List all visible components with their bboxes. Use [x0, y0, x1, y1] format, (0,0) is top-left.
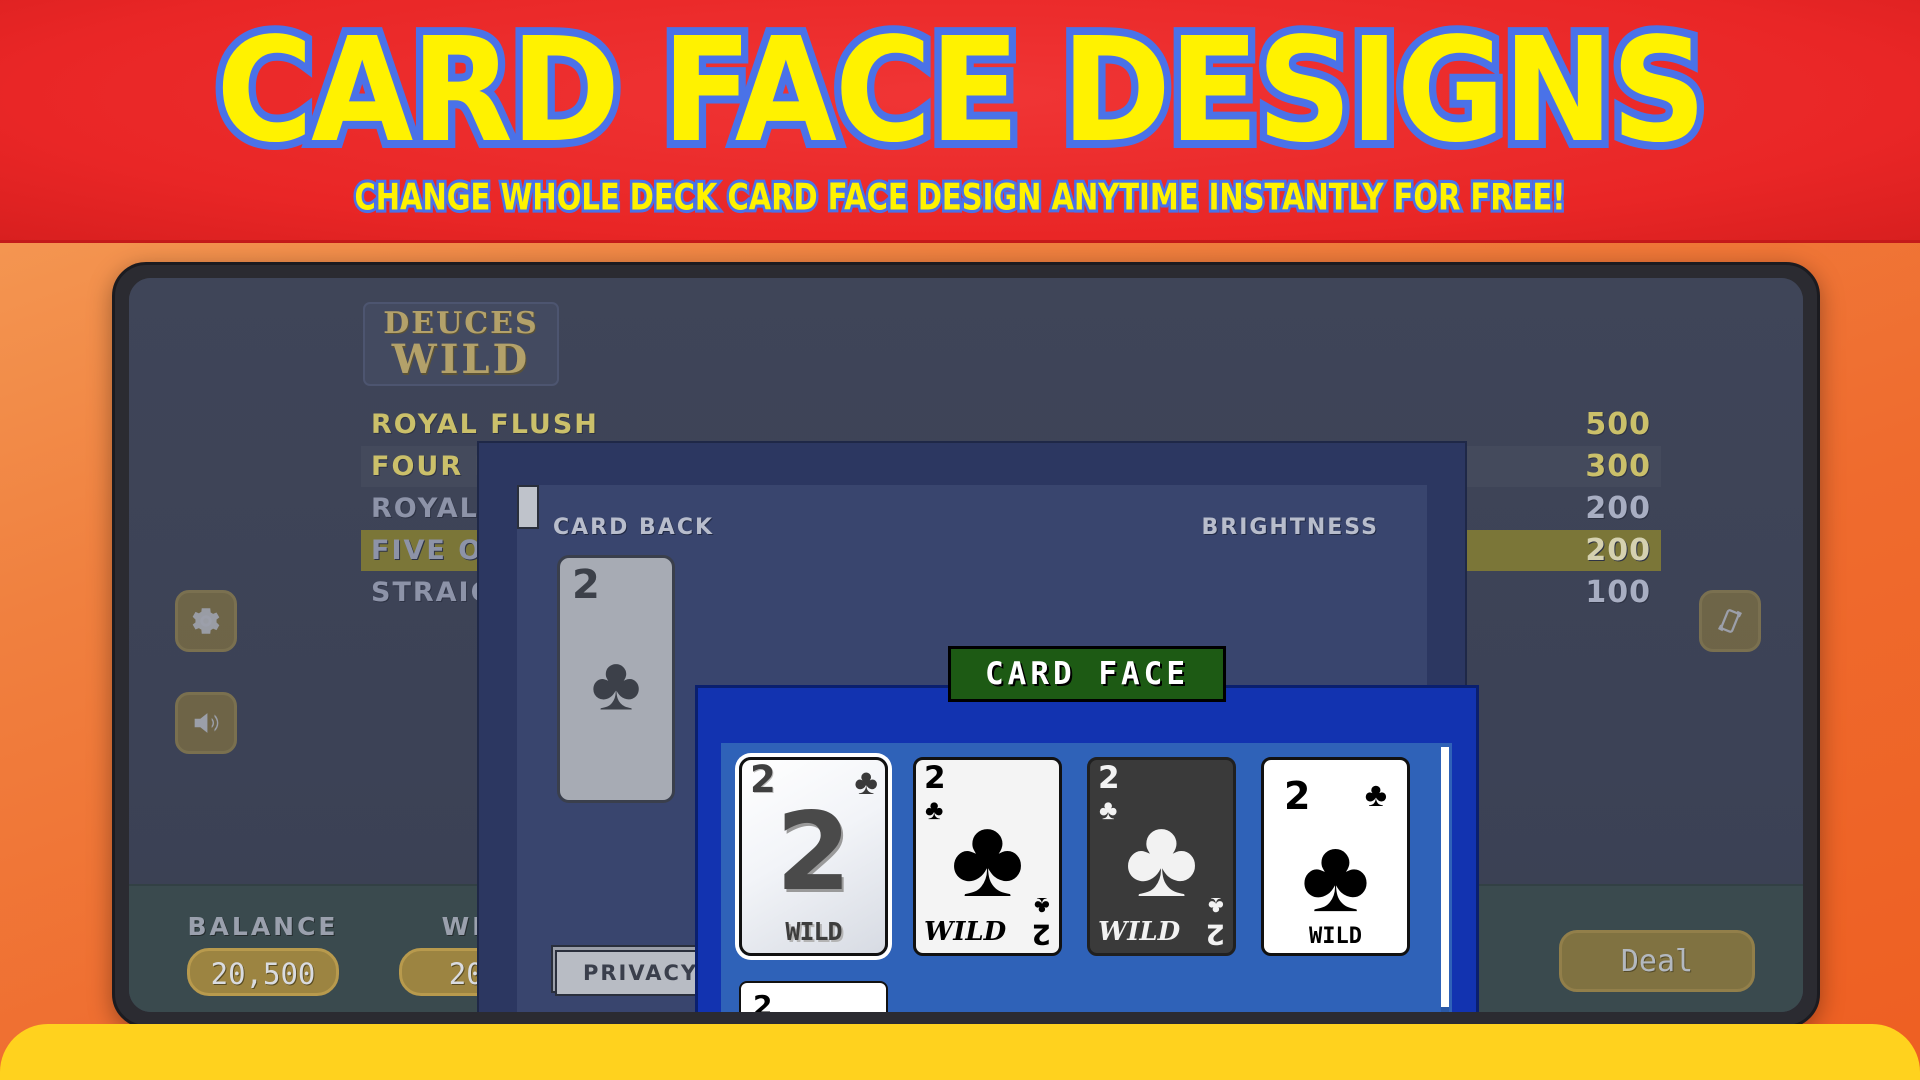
logo-line-2: WILD: [391, 335, 531, 383]
paytable-row-value: 200: [1585, 491, 1651, 526]
sound-button[interactable]: [175, 692, 237, 754]
bottom-decoration-band: [0, 1024, 1920, 1080]
card-design-option-1[interactable]: 2 ♣ 2 WILD: [739, 757, 888, 956]
balance-value: 20,500: [187, 948, 339, 996]
card-design-option-4[interactable]: 2 ♣ ♣ WILD: [1261, 757, 1410, 956]
balance-label: BALANCE: [187, 912, 339, 941]
deuces-wild-logo: DEUCES WILD: [363, 302, 559, 386]
brightness-section-label: BRIGHTNESS: [1201, 515, 1379, 540]
phone-device: DEUCES WILD ROYAL FLUSH 500 FOUR DEUCES …: [112, 262, 1820, 1028]
club-icon: ♣: [1364, 776, 1387, 814]
rotate-screen-button[interactable]: [1699, 590, 1761, 652]
card-design-option-5[interactable]: 2 ♣ ♣ WILD: [739, 981, 888, 1012]
paytable-row-value: 500: [1585, 407, 1651, 442]
club-icon-corner: ♣: [1208, 892, 1224, 919]
settings-button[interactable]: [175, 590, 237, 652]
phone-screen: DEUCES WILD ROYAL FLUSH 500 FOUR DEUCES …: [129, 278, 1803, 1012]
card-center-rank: 2: [775, 789, 852, 915]
paytable-row-value: 300: [1585, 449, 1651, 484]
card-face-scrollbar[interactable]: [1441, 747, 1449, 1012]
card-rank-corner: 2: [1205, 918, 1225, 951]
card-rank: 2: [753, 989, 773, 1012]
balance-meter: BALANCE 20,500: [187, 912, 339, 996]
promo-subtitle: CHANGE WHOLE DECK CARD FACE DESIGN ANYTI…: [352, 173, 1568, 222]
card-face-dialog-title: CARD FACE: [948, 646, 1226, 702]
brightness-slider-knob[interactable]: [517, 485, 539, 529]
paytable-row-value: 200: [1585, 533, 1651, 568]
card-back-section-label: CARD BACK: [553, 515, 715, 540]
club-icon-corner: ♣: [1034, 892, 1050, 919]
card-rank-corner: 2: [1031, 918, 1051, 951]
speaker-icon: [194, 713, 219, 733]
card-rank: 2: [750, 758, 776, 801]
card-face-dialog: CARD FACE 2 ♣ 2 WILD 2 ♣ ♣ WILD 2 ♣ 2 ♣ …: [695, 646, 1479, 1012]
gear-icon: [192, 608, 220, 634]
preview-rank: 2: [572, 562, 600, 608]
club-icon: ♣: [591, 641, 641, 727]
club-icon: ♣: [854, 761, 878, 802]
promo-banner: CARD FACE DESIGNS CHANGE WHOLE DECK CARD…: [0, 0, 1920, 243]
logo-line-1: DEUCES: [383, 305, 539, 341]
card-face-scrollbar-thumb[interactable]: [1441, 747, 1449, 1007]
paytable-row-name: ROYAL FLUSH: [371, 409, 599, 440]
card-face-scroll-area[interactable]: 2 ♣ 2 WILD 2 ♣ ♣ WILD 2 ♣ 2 ♣ ♣ WILD 2 ♣…: [721, 743, 1452, 1012]
card-design-option-2[interactable]: 2 ♣ ♣ WILD 2 ♣: [913, 757, 1062, 956]
card-design-option-3[interactable]: 2 ♣ ♣ WILD 2 ♣: [1087, 757, 1236, 956]
paytable-row: ROYAL FLUSH 500: [361, 404, 1661, 445]
club-icon-large: ♣: [1301, 817, 1370, 934]
wild-label: WILD: [1309, 924, 1362, 949]
rotate-screen-icon: [1717, 609, 1743, 633]
deal-button[interactable]: Deal: [1559, 930, 1755, 992]
card-rank: 2: [1284, 774, 1311, 818]
wild-label: WILD: [785, 917, 842, 946]
paytable-row-value: 100: [1585, 575, 1651, 610]
card-face-design-grid: 2 ♣ 2 WILD 2 ♣ ♣ WILD 2 ♣ 2 ♣ ♣ WILD 2 ♣…: [739, 757, 1429, 1012]
promo-title: CARD FACE DESIGNS: [209, 5, 1714, 175]
card-back-preview[interactable]: 2 ♣: [557, 555, 675, 803]
